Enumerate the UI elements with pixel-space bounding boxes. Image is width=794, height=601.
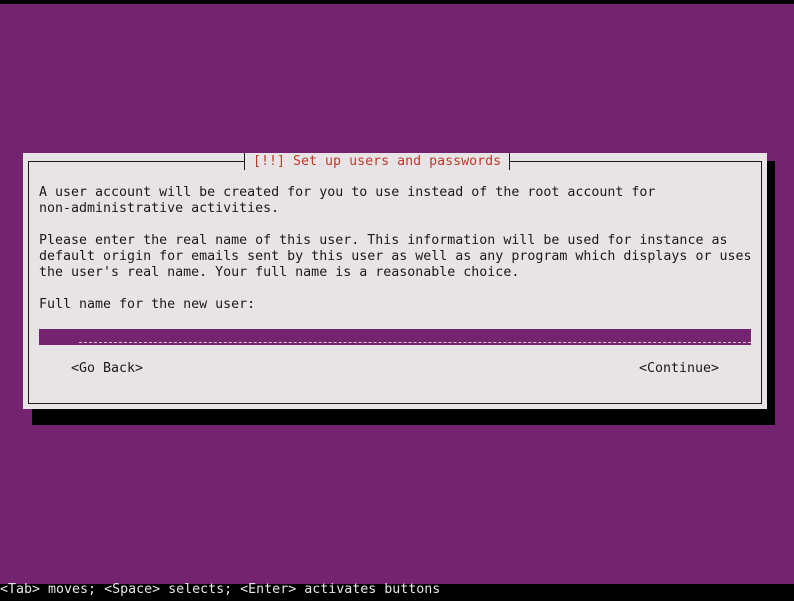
help-footer: <Tab> moves; <Space> selects; <Enter> ac… bbox=[0, 582, 441, 597]
full-name-input[interactable]: user_ bbox=[39, 329, 751, 345]
dialog-title: [!!] Set up users and passwords bbox=[244, 153, 511, 170]
go-back-button[interactable]: <Go Back> bbox=[71, 361, 143, 377]
dialog-shadow-right bbox=[767, 161, 775, 425]
intro-line-2: non-administrative activities. bbox=[39, 201, 280, 216]
installer-screen: [!!] Set up users and passwords A user a… bbox=[0, 4, 794, 584]
intro-line-1: A user account will be created for you t… bbox=[39, 185, 656, 200]
setup-users-dialog: [!!] Set up users and passwords A user a… bbox=[23, 153, 767, 409]
info-line-1: Please enter the real name of this user.… bbox=[39, 233, 728, 248]
input-fill-rule bbox=[79, 342, 751, 343]
info-line-3: the user's real name. Your full name is … bbox=[39, 265, 520, 280]
continue-button[interactable]: <Continue> bbox=[639, 361, 719, 377]
full-name-label: Full name for the new user: bbox=[39, 297, 256, 312]
info-line-2: default origin for emails sent by this u… bbox=[39, 249, 752, 264]
dialog-shadow bbox=[32, 409, 775, 425]
